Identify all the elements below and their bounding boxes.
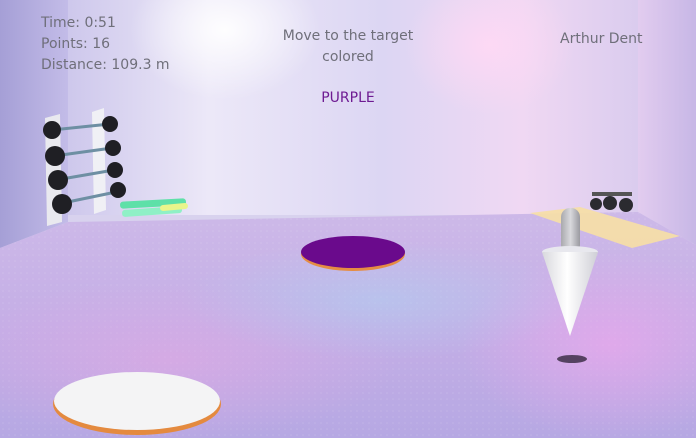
white-target-disc (53, 372, 221, 435)
player-name: Arthur Dent (560, 31, 643, 47)
instruction-label: Move to the target colored (282, 28, 414, 65)
kettlebells (590, 192, 633, 212)
game-viewport[interactable]: Time: 0:51 Points: 16 Distance: 109.3 m … (0, 0, 696, 438)
purple-target-disc (301, 236, 405, 271)
target-color-label: PURPLE (321, 90, 375, 106)
